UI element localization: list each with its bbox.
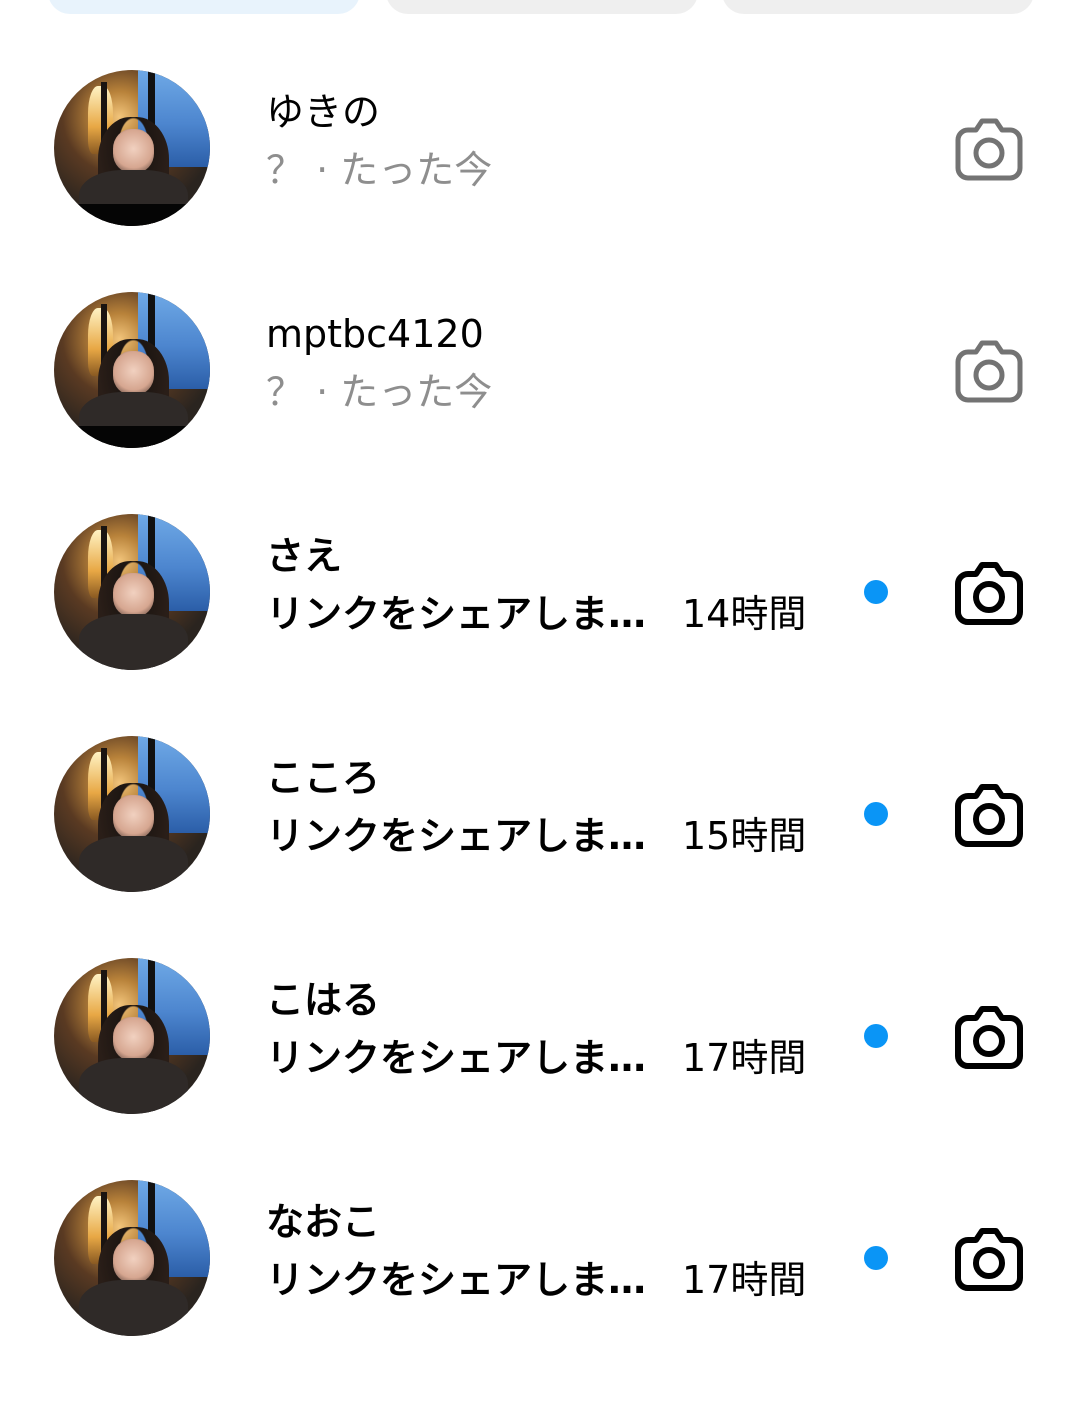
thread-row[interactable]: こはるリンクをシェアしま… 17時間 bbox=[0, 958, 1080, 1180]
camera-icon[interactable] bbox=[954, 1226, 1024, 1292]
thread-row[interactable]: mptbc4120 ？ · たった今 bbox=[0, 292, 1080, 514]
thread-username: ゆきの bbox=[266, 90, 381, 134]
thread-preview: リンクをシェアしま… bbox=[266, 1036, 647, 1080]
camera-icon[interactable] bbox=[954, 116, 1024, 182]
thread-username: こころ bbox=[266, 756, 381, 800]
tab-requests[interactable] bbox=[722, 0, 1034, 14]
thread-preview: リンクをシェアしま… bbox=[266, 592, 647, 636]
thread-row[interactable]: ゆきの ？ · たった今 bbox=[0, 70, 1080, 292]
thread-timestamp: 17時間 bbox=[682, 1036, 807, 1080]
thread-timestamp: 15時間 bbox=[682, 814, 807, 858]
thread-username: mptbc4120 bbox=[266, 312, 484, 356]
thread-row[interactable]: さえリンクをシェアしま… 14時間 bbox=[0, 514, 1080, 736]
avatar[interactable] bbox=[54, 736, 210, 892]
unread-dot bbox=[864, 1246, 888, 1270]
unread-dot bbox=[864, 1024, 888, 1048]
thread-row[interactable]: こころリンクをシェアしま… 15時間 bbox=[0, 736, 1080, 958]
tab-primary[interactable] bbox=[48, 0, 360, 14]
thread-preview: リンクをシェアしま… bbox=[266, 1258, 647, 1302]
thread-username: さえ bbox=[266, 534, 343, 578]
unread-dot bbox=[864, 802, 888, 826]
camera-icon[interactable] bbox=[954, 560, 1024, 626]
avatar[interactable] bbox=[54, 70, 210, 226]
thread-row[interactable]: なおこリンクをシェアしま… 17時間 bbox=[0, 1180, 1080, 1402]
thread-timestamp: 14時間 bbox=[682, 592, 807, 636]
unread-dot bbox=[864, 580, 888, 604]
thread-preview: ？ · たった今 bbox=[266, 370, 493, 414]
camera-icon[interactable] bbox=[954, 338, 1024, 404]
thread-preview: リンクをシェアしま… bbox=[266, 814, 647, 858]
avatar[interactable] bbox=[54, 1180, 210, 1336]
camera-icon[interactable] bbox=[954, 782, 1024, 848]
avatar[interactable] bbox=[54, 514, 210, 670]
thread-timestamp: 17時間 bbox=[682, 1258, 807, 1302]
avatar[interactable] bbox=[54, 958, 210, 1114]
avatar[interactable] bbox=[54, 292, 210, 448]
thread-preview: ？ · たった今 bbox=[266, 148, 493, 192]
camera-icon[interactable] bbox=[954, 1004, 1024, 1070]
tab-bar bbox=[0, 0, 1080, 14]
tab-general[interactable] bbox=[386, 0, 698, 14]
thread-username: こはる bbox=[266, 978, 381, 1022]
thread-username: なおこ bbox=[266, 1200, 381, 1244]
